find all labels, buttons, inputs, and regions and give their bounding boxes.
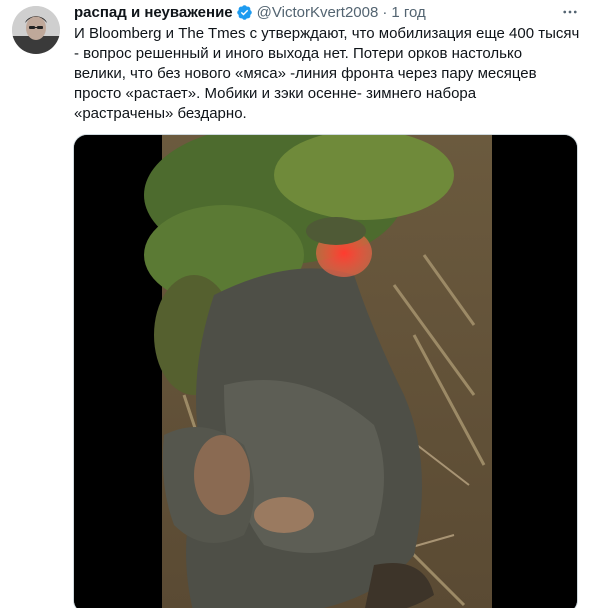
video-frame — [74, 135, 577, 608]
tweet: распад и неуважение @VictorKvert2008 · 1… — [0, 0, 592, 608]
avatar-image — [12, 6, 60, 54]
display-name[interactable]: распад и неуважение — [74, 4, 233, 21]
separator-dot: · — [382, 3, 388, 21]
more-options-icon[interactable] — [560, 2, 580, 22]
tweet-text-line: «растрачены» бездарно. — [74, 105, 247, 122]
verified-badge-icon — [236, 4, 253, 21]
tweet-text-line: велики, что без нового «мяса» -линия фро… — [74, 65, 537, 82]
tweet-header: распад и неуважение @VictorKvert2008 · 1… — [74, 2, 426, 22]
avatar[interactable] — [12, 6, 60, 54]
tweet-text: И Bloomberg и The Tmes с утверждают, что… — [74, 24, 584, 124]
video-player[interactable] — [73, 134, 578, 608]
timestamp[interactable]: 1 год — [391, 4, 425, 21]
user-handle[interactable]: @VictorKvert2008 — [257, 4, 379, 21]
tweet-text-line: - вопрос решенный и иного выхода нет. По… — [74, 45, 523, 62]
tweet-text-line: просто «растает». Мобики и зэки осенне- … — [74, 85, 477, 102]
tweet-text-line: И Bloomberg и The Tmes с утверждают, что… — [74, 25, 580, 42]
